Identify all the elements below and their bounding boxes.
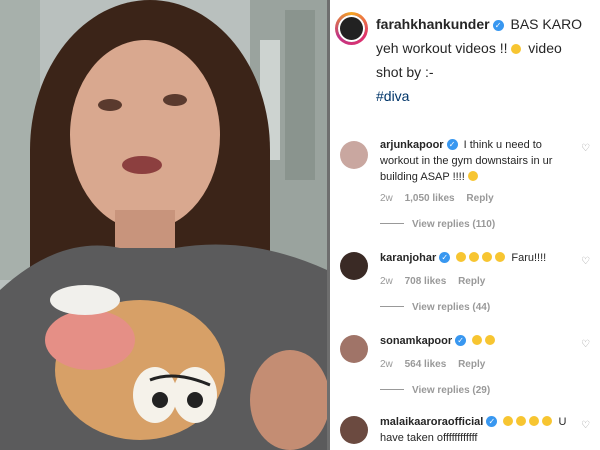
emoji-icon <box>456 252 467 262</box>
comment-username[interactable]: malaikaaroraofficial <box>380 416 483 428</box>
verified-badge-icon: ✓ <box>492 20 504 31</box>
view-replies-link[interactable]: View replies (29) <box>380 385 490 396</box>
commenter-avatar[interactable] <box>340 335 368 363</box>
view-replies-link[interactable]: View replies (44) <box>380 302 490 313</box>
comment-text: malaikaaroraofficial ✓ U have taken offff… <box>380 414 578 446</box>
hashtag-link[interactable]: #diva <box>376 88 409 104</box>
emoji-icon <box>495 252 506 262</box>
emoji-icon <box>516 416 527 426</box>
commenter-avatar[interactable] <box>340 252 368 280</box>
replies-divider <box>380 389 404 390</box>
emoji-icon <box>469 252 480 262</box>
comment-text: sonamkapoor ✓ <box>380 333 578 349</box>
verified-badge-icon: ✓ <box>455 335 467 346</box>
view-replies-text: View replies (44) <box>412 302 491 313</box>
comment-likes[interactable]: 1,050 likes <box>405 193 455 204</box>
comment-text: karanjohar ✓ Faru!!!! <box>380 250 578 266</box>
emoji-icon <box>482 252 493 262</box>
emoji-icon <box>467 171 478 181</box>
comment-likes[interactable]: 708 likes <box>405 276 447 287</box>
verified-badge-icon: ✓ <box>486 416 498 427</box>
comment-time: 2w <box>380 359 393 370</box>
author-avatar[interactable] <box>335 12 368 45</box>
heart-outline-icon[interactable]: ♡ <box>581 420 590 431</box>
comment-text: arjunkapoor ✓ I think u need to workout i… <box>380 137 578 185</box>
replies-divider <box>380 306 404 307</box>
author-username[interactable]: farahkhankunder <box>376 16 490 32</box>
comment-time: 2w <box>380 276 393 287</box>
comment-username[interactable]: karanjohar <box>380 252 436 264</box>
verified-badge-icon: ✓ <box>439 252 451 263</box>
commenter-avatar[interactable] <box>340 141 368 169</box>
view-replies-text: View replies (29) <box>412 385 491 396</box>
heart-outline-icon[interactable]: ♡ <box>581 143 590 154</box>
emoji-icon <box>503 416 514 426</box>
heart-outline-icon[interactable]: ♡ <box>581 339 590 350</box>
view-replies-link[interactable]: View replies (110) <box>380 219 495 230</box>
comment-meta: 2w 708 likes Reply <box>380 276 494 287</box>
video-frame[interactable] <box>0 0 327 450</box>
replies-divider <box>380 223 404 224</box>
comment-username[interactable]: arjunkapoor <box>380 139 444 151</box>
commenter-avatar[interactable] <box>340 416 368 444</box>
verified-badge-icon: ✓ <box>446 139 458 150</box>
view-replies-text: View replies (110) <box>412 219 496 230</box>
heart-outline-icon[interactable]: ♡ <box>581 256 590 267</box>
comment-username[interactable]: sonamkapoor <box>380 335 452 347</box>
tongue-emoji-icon <box>511 44 522 54</box>
video-still-image <box>0 0 327 450</box>
flexed-arm-emoji-icon <box>472 335 483 345</box>
emoji-icon <box>529 416 540 426</box>
reply-button[interactable]: Reply <box>458 276 485 287</box>
comment-content: Faru!!!! <box>511 252 547 264</box>
comment-time: 2w <box>380 193 393 204</box>
comment-meta: 2w 564 likes Reply <box>380 359 494 370</box>
comment-meta: 2w 1,050 likes Reply <box>380 193 503 204</box>
reply-button[interactable]: Reply <box>458 359 485 370</box>
emoji-icon <box>542 416 553 426</box>
comment-likes[interactable]: 564 likes <box>405 359 447 370</box>
caption-text: farahkhankunder ✓ BAS KARO yeh workout vi… <box>376 12 591 108</box>
emoji-icon <box>485 335 496 345</box>
comments-panel: farahkhankunder ✓ BAS KARO yeh workout vi… <box>330 0 600 450</box>
reply-button[interactable]: Reply <box>466 193 493 204</box>
